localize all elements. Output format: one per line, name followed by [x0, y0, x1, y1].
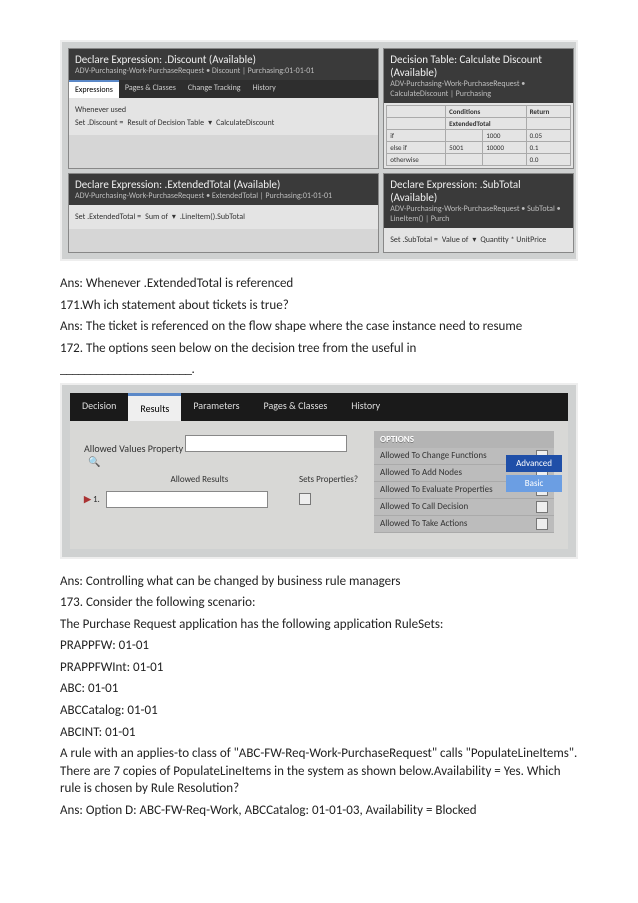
r0c2	[446, 130, 483, 142]
r1c3: 10000	[483, 142, 526, 154]
allowed-results-label: Allowed Results	[106, 474, 293, 485]
panel-declare-discount: Declare Expression: .Discount (Available…	[68, 48, 379, 169]
set-ext-right: .LineItem().SubTotal	[180, 212, 245, 222]
r0r: 0.05	[526, 130, 570, 142]
q172-ans: Ans: Controlling what can be changed by …	[60, 573, 578, 591]
set-ext-label: Set .ExtendedTotal =	[75, 212, 141, 222]
th-blank	[387, 106, 446, 118]
opt-4: Allowed To Take Actions	[380, 518, 467, 529]
allowed-values-label: Allowed Values Property	[84, 442, 183, 455]
tab-parameters[interactable]: Parameters	[181, 393, 251, 421]
opt-4-cb[interactable]	[536, 518, 548, 530]
advanced-button[interactable]: Advanced	[506, 455, 562, 472]
panel-extended-total: Declare Expression: .ExtendedTotal (Avai…	[68, 173, 379, 253]
panel-d-title: Declare Expression: .SubTotal (Available…	[390, 178, 567, 204]
panel-c-title: Declare Expression: .ExtendedTotal (Avai…	[75, 178, 372, 191]
tabs-decision: Decision Results Parameters Pages & Clas…	[70, 393, 568, 421]
q172-text: 172. The options seen below on the decis…	[60, 340, 578, 358]
allowed-results-input[interactable]	[106, 491, 268, 508]
panel-a-title: Declare Expression: .Discount (Available…	[75, 53, 372, 66]
tab-expressions[interactable]: Expressions	[69, 80, 119, 98]
sets-properties-label: Sets Properties?	[299, 474, 358, 485]
q173-ans: Ans: Option D: ABC-FW-Req-Work, ABCCatal…	[60, 802, 578, 820]
opt-3-cb[interactable]	[536, 501, 548, 513]
q171-ans: Ans: The ticket is referenced on the flo…	[60, 318, 578, 336]
r2c1: otherwise	[387, 154, 446, 166]
q173-r2: PRAPPFWInt: 01-01	[60, 659, 578, 677]
r1r: 0.1	[526, 142, 570, 154]
r0c1: if	[387, 130, 446, 142]
set-discount-right: CalculateDiscount	[216, 118, 274, 128]
tab-decision[interactable]: Decision	[70, 393, 128, 421]
decision-table: Conditions Return ExtendedTotal if 1000 …	[386, 105, 571, 166]
q173-r5: ABCINT: 01-01	[60, 724, 578, 742]
tab-results[interactable]: Results	[128, 393, 181, 421]
th-cond: Conditions	[446, 106, 526, 118]
basic-button[interactable]: Basic	[506, 475, 562, 492]
search-icon[interactable]: 🔍	[88, 455, 100, 468]
panel-c-crumb: ADV-Purchasing-Work-PurchaseRequest • Ex…	[75, 191, 372, 201]
q173-r3: ABC: 01-01	[60, 680, 578, 698]
tab-history-2[interactable]: History	[339, 393, 392, 421]
panel-b-title: Decision Table: Calculate Discount (Avai…	[390, 53, 567, 79]
panel-subtotal: Declare Expression: .SubTotal (Available…	[383, 173, 574, 253]
allowed-values-input[interactable]	[185, 435, 347, 452]
set-discount-label: Set .Discount =	[75, 118, 123, 128]
r0c3: 1000	[483, 130, 526, 142]
q173-l3: A rule with an applies-to class of "ABC-…	[60, 745, 578, 798]
set-sub-label: Set .SubTotal =	[390, 235, 438, 245]
set-sub-right: Quantity * UnitPrice	[480, 235, 546, 245]
panel-b-crumb: ADV-Purchasing-Work-PurchaseRequest • Ca…	[390, 79, 567, 99]
r2c2	[446, 154, 483, 166]
th-ext: ExtendedTotal	[446, 118, 526, 130]
r2r: 0.0	[526, 154, 570, 166]
r1c2: 5001	[446, 142, 483, 154]
q173-r4: ABCCatalog: 01-01	[60, 702, 578, 720]
set-ext-mid: Sum of	[145, 212, 168, 222]
q173-l1: 173. Consider the following scenario:	[60, 594, 578, 612]
opt-0: Allowed To Change Functions	[380, 450, 487, 461]
set-discount-mid: Result of Decision Table	[127, 118, 204, 128]
r2c3	[483, 154, 526, 166]
sets-properties-checkbox[interactable]	[299, 493, 311, 505]
opt-3: Allowed To Call Decision	[380, 501, 468, 512]
th-return: Return	[526, 106, 570, 118]
th-blank3	[526, 118, 570, 130]
panel-a-row1: Whenever used	[75, 105, 372, 115]
screenshot-middle: Decision Results Parameters Pages & Clas…	[60, 383, 578, 559]
tab-pages-classes-2[interactable]: Pages & Classes	[252, 393, 340, 421]
panel-a-crumb: ADV-Purchasing-Work-PurchaseRequest • Di…	[75, 66, 372, 76]
ans-before-171: Ans: Whenever .ExtendedTotal is referenc…	[60, 275, 578, 293]
options-header: OPTIONS	[374, 431, 554, 448]
row-number: ▶ 1.	[84, 494, 100, 505]
th-blank2	[387, 118, 446, 130]
opt-2: Allowed To Evaluate Properties	[380, 484, 493, 495]
q173-l2: The Purchase Request application has the…	[60, 616, 578, 634]
tab-history[interactable]: History	[247, 80, 282, 98]
q172-blank: ______________________.	[60, 361, 578, 379]
tab-pages-classes[interactable]: Pages & Classes	[119, 80, 182, 98]
opt-1: Allowed To Add Nodes	[380, 467, 462, 478]
r1c1: else if	[387, 142, 446, 154]
set-sub-mid: Value of	[442, 235, 468, 245]
tab-change-tracking[interactable]: Change Tracking	[182, 80, 247, 98]
panel-decision-table: Decision Table: Calculate Discount (Avai…	[383, 48, 574, 169]
panel-a-tabs: Expressions Pages & Classes Change Track…	[69, 80, 378, 98]
screenshot-top: Declare Expression: .Discount (Available…	[60, 40, 578, 261]
q171-text: 171.Wh ich statement about tickets is tr…	[60, 297, 578, 315]
panel-d-crumb: ADV-Purchasing-Work-PurchaseRequest • Su…	[390, 204, 567, 224]
q173-r1: PRAPPFW: 01-01	[60, 637, 578, 655]
